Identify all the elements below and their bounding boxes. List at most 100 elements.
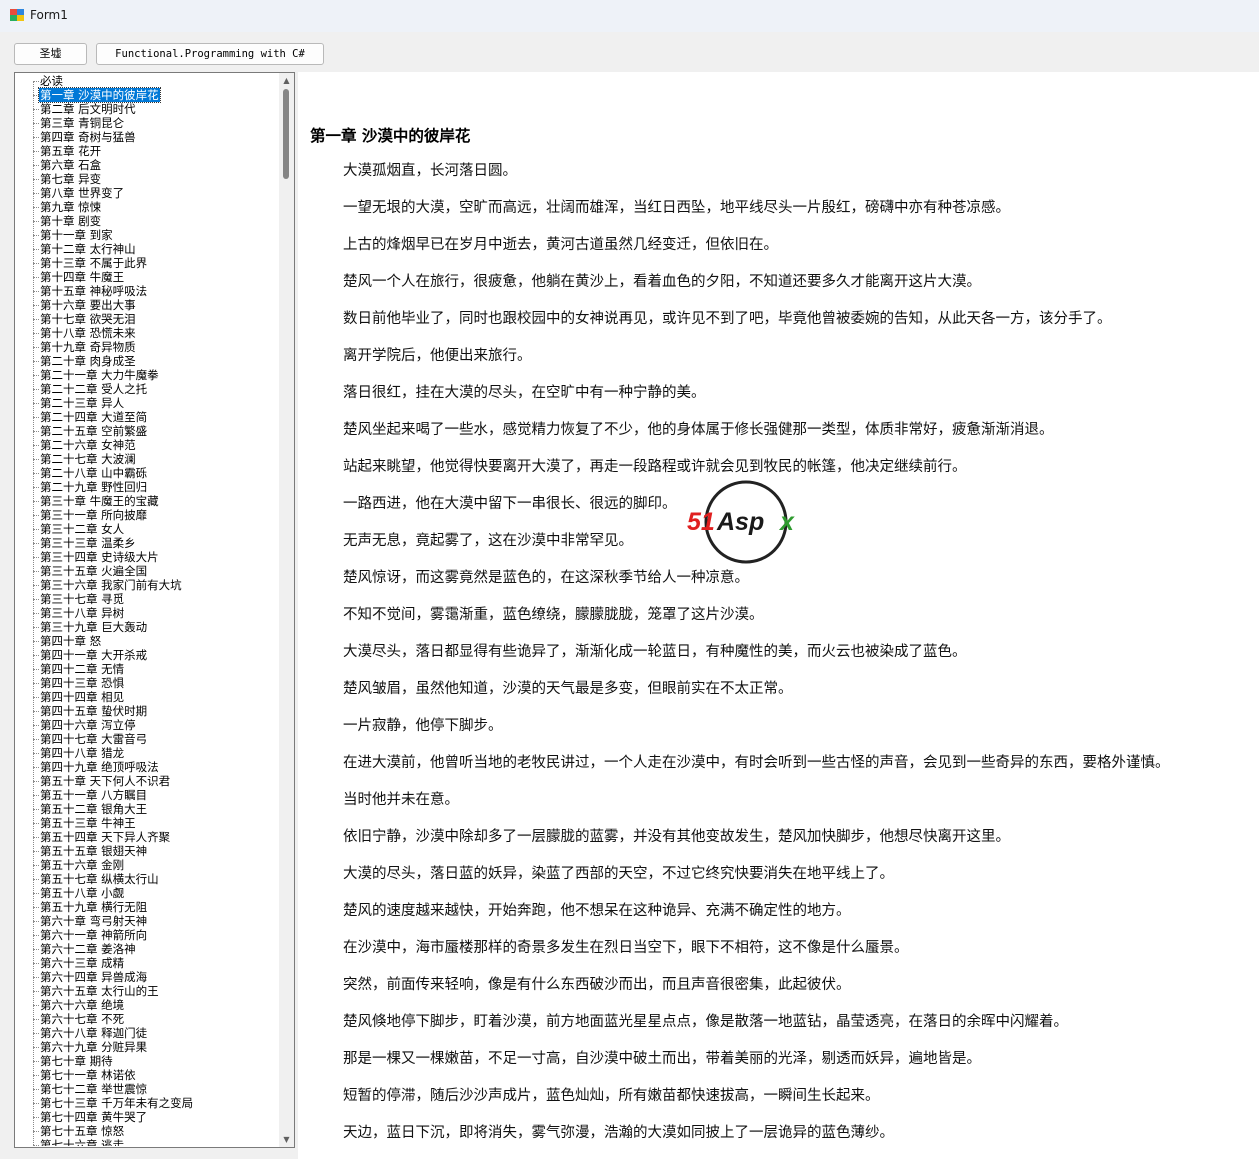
tree-node[interactable]: 第六十八章 释迦门徒: [33, 1026, 279, 1040]
tree-node[interactable]: 第五十七章 纵横太行山: [33, 872, 279, 886]
content-paragraph: 那是一棵又一棵嫩苗，不足一寸高，自沙漠中破土而出，带着美丽的光泽，剔透而妖异，遍…: [343, 1051, 981, 1067]
tree-node[interactable]: 第十三章 不属于此界: [33, 256, 279, 270]
tree-node[interactable]: 第十七章 欲哭无泪: [33, 312, 279, 326]
tree-node[interactable]: 第三十一章 所向披靡: [33, 508, 279, 522]
tree-node[interactable]: 第四十八章 猎龙: [33, 746, 279, 760]
svg-text:51: 51: [687, 508, 715, 536]
tree-node[interactable]: 第三十六章 我家门前有大坑: [33, 578, 279, 592]
tree-node[interactable]: 第十九章 奇异物质: [33, 340, 279, 354]
functional-programming-button[interactable]: Functional.Programming with C#: [96, 43, 324, 65]
tree-node-label: 第七十二章 举世震惊: [40, 1082, 148, 1096]
tree-node[interactable]: 第二十六章 女神范: [33, 438, 279, 452]
tree-node[interactable]: 第三十八章 异树: [33, 606, 279, 620]
tree-node-label: 第四十七章 大雷音弓: [40, 732, 148, 746]
tree-node[interactable]: 第七章 异变: [33, 172, 279, 186]
scroll-thumb[interactable]: [283, 89, 289, 179]
scroll-up-arrow-icon[interactable]: ▲: [279, 73, 294, 88]
tree-node[interactable]: 第五十三章 牛神王: [33, 816, 279, 830]
tree-vertical-scrollbar[interactable]: ▲ ▼: [279, 73, 294, 1147]
tree-node[interactable]: 第四十一章 大开杀戒: [33, 648, 279, 662]
tree-node[interactable]: 第三十三章 温柔乡: [33, 536, 279, 550]
content-paragraph: 落日很红，挂在大漠的尽头，在空旷中有一种宁静的美。: [343, 385, 706, 401]
content-paragraph: 楚风的速度越来越快，开始奔跑，他不想呆在这种诡异、充满不确定性的地方。: [343, 903, 851, 919]
tree-node[interactable]: 第六十一章 神箭所向: [33, 928, 279, 942]
tree-node[interactable]: 第七十一章 林诺依: [33, 1068, 279, 1082]
tree-node[interactable]: 第五十九章 横行无阻: [33, 900, 279, 914]
tree-node[interactable]: 第六十六章 绝境: [33, 998, 279, 1012]
tree-node-label: 第十八章 恐慌未来: [40, 326, 136, 340]
tree-node[interactable]: 第三十五章 火遍全国: [33, 564, 279, 578]
tree-node-label: 第三十八章 异树: [40, 606, 125, 620]
tree-node[interactable]: 第七十四章 黄牛哭了: [33, 1110, 279, 1124]
content-paragraph: 天边，蓝日下沉，即将消失，雾气弥漫，浩瀚的大漠如同披上了一层诡异的蓝色薄纱。: [343, 1125, 894, 1141]
tree-node[interactable]: 第五十五章 银翅天神: [33, 844, 279, 858]
tree-node[interactable]: 第四十三章 恐惧: [33, 676, 279, 690]
chapter-tree-view[interactable]: 必读 第一章 沙漠中的彼岸花 第二章 后文明时代 第三章 青铜昆仑 第四章 奇树与猛兽第…: [14, 72, 295, 1148]
tree-node[interactable]: 第五十四章 天下异人齐聚: [33, 830, 279, 844]
tree-node[interactable]: 第四十章 怒: [33, 634, 279, 648]
tree-node[interactable]: 第二十七章 大波澜: [33, 452, 279, 466]
tree-node[interactable]: 第三章 青铜昆仑: [33, 116, 279, 130]
tree-node[interactable]: 第四十五章 蛰伏时期: [33, 704, 279, 718]
novel-button[interactable]: 圣墟: [14, 43, 87, 65]
tree-node-label: 第六十二章 姜洛神: [40, 942, 136, 956]
tree-node[interactable]: 第十六章 要出大事: [33, 298, 279, 312]
tree-node[interactable]: 第七十章 期待: [33, 1054, 279, 1068]
content-paragraph: 楚风惊讶，而这雾竟然是蓝色的，在这深秋季节给人一种凉意。: [343, 570, 749, 586]
tree-node-label: 第十章 剧变: [40, 214, 102, 228]
tree-node[interactable]: 第六十四章 异兽成海: [33, 970, 279, 984]
tree-node[interactable]: 第六十三章 成精: [33, 956, 279, 970]
tree-node[interactable]: 第五章 花开: [33, 144, 279, 158]
tree-node[interactable]: 第二十章 肉身成圣: [33, 354, 279, 368]
tree-node[interactable]: 第五十二章 银角大王: [33, 802, 279, 816]
tree-node[interactable]: 第五十六章 金刚: [33, 858, 279, 872]
window-title: Form1: [30, 8, 68, 22]
tree-node[interactable]: 第五十章 天下何人不识君: [33, 774, 279, 788]
tree-node-label: 第四十八章 猎龙: [40, 746, 125, 760]
tree-node[interactable]: 第三十四章 史诗级大片: [33, 550, 279, 564]
tree-node[interactable]: 第十四章 牛魔王: [33, 270, 279, 284]
tree-node[interactable]: 第七十三章 千万年未有之变局: [33, 1096, 279, 1110]
tree-node[interactable]: 第八章 世界变了: [33, 186, 279, 200]
tree-node[interactable]: 第三十九章 巨大轰动: [33, 620, 279, 634]
tree-node[interactable]: 第二十四章 大道至简: [33, 410, 279, 424]
tree-node[interactable]: 第七十五章 惊怒: [33, 1124, 279, 1138]
tree-node[interactable]: 第六十七章 不死: [33, 1012, 279, 1026]
tree-node[interactable]: 第七十二章 举世震惊: [33, 1082, 279, 1096]
tree-node[interactable]: 第四章 奇树与猛兽: [33, 130, 279, 144]
tree-node[interactable]: 第二章 后文明时代: [33, 102, 279, 116]
tree-node[interactable]: 必读: [33, 74, 279, 88]
tree-node[interactable]: 第十二章 太行神山: [33, 242, 279, 256]
tree-node[interactable]: 第七十六章 逃走: [33, 1138, 279, 1146]
tree-node[interactable]: 第一章 沙漠中的彼岸花: [33, 87, 279, 103]
tree-node[interactable]: 第四十九章 绝顶呼吸法: [33, 760, 279, 774]
tree-node[interactable]: 第六十九章 分赃异果: [33, 1040, 279, 1054]
tree-node[interactable]: 第三十二章 女人: [33, 522, 279, 536]
tree-node[interactable]: 第二十三章 异人: [33, 396, 279, 410]
tree-node[interactable]: 第二十八章 山中霸砾: [33, 466, 279, 480]
tree-node[interactable]: 第六章 石盒: [33, 158, 279, 172]
tree-node[interactable]: 第十章 剧变: [33, 214, 279, 228]
tree-node[interactable]: 第十八章 恐慌未来: [33, 326, 279, 340]
tree-node[interactable]: 第十五章 神秘呼吸法: [33, 284, 279, 298]
tree-node[interactable]: 第四十六章 泻立停: [33, 718, 279, 732]
tree-node[interactable]: 第十一章 到家: [33, 228, 279, 242]
tree-node[interactable]: 第四十七章 大雷音弓: [33, 732, 279, 746]
tree-node[interactable]: 第六十五章 太行山的王: [33, 984, 279, 998]
tree-node[interactable]: 第九章 惊悚: [33, 200, 279, 214]
tree-node[interactable]: 第三十章 牛魔王的宝藏: [33, 494, 279, 508]
scroll-down-arrow-icon[interactable]: ▼: [279, 1132, 294, 1147]
tree-node[interactable]: 第二十二章 受人之托: [33, 382, 279, 396]
tree-node[interactable]: 第四十四章 相见: [33, 690, 279, 704]
tree-node-label: 第六十七章 不死: [40, 1012, 125, 1026]
tree-node[interactable]: 第五十一章 八方瞩目: [33, 788, 279, 802]
tree-node[interactable]: 第六十二章 姜洛神: [33, 942, 279, 956]
tree-node[interactable]: 第六十章 弯弓射天神: [33, 914, 279, 928]
tree-node[interactable]: 第二十九章 野性回归: [33, 480, 279, 494]
tree-node[interactable]: 第二十五章 空前繁盛: [33, 424, 279, 438]
tree-node-label: 第十一章 到家: [40, 228, 113, 242]
tree-node[interactable]: 第三十七章 寻觅: [33, 592, 279, 606]
tree-node[interactable]: 第四十二章 无情: [33, 662, 279, 676]
tree-node[interactable]: 第五十八章 小觑: [33, 886, 279, 900]
tree-node[interactable]: 第二十一章 大力牛魔拳: [33, 368, 279, 382]
